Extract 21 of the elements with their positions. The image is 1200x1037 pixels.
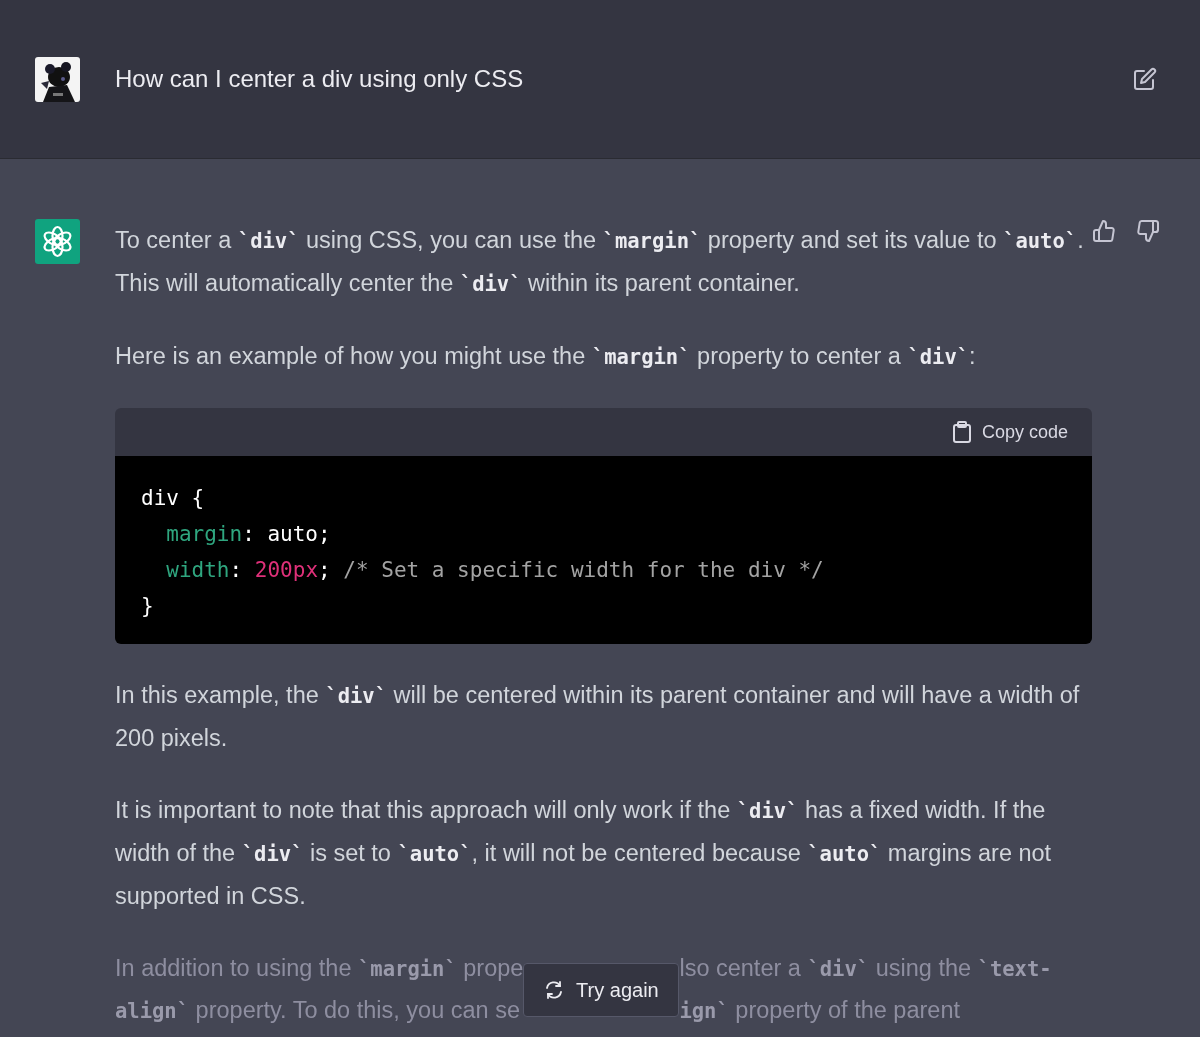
paragraph: It is important to note that this approach will only work if the `div` has a fixed width. If the width of the `div` is set to `auto`, it will not be centered because `auto` margins are not supported in CSS. (115, 796, 1053, 911)
paragraph-text: ign` property of the parent (679, 996, 961, 1025)
paragraph-text: In addition to using the `margin` prope (115, 954, 524, 983)
try-again-button[interactable]: Try again (523, 963, 680, 1017)
paragraph-text: align` property. To do this, you can se (115, 996, 521, 1025)
paragraph-text: lso center a `div` using the `text- (679, 954, 1052, 983)
code-block: div { margin: auto; width: 200px; /* Set a specific width for the div */ } (115, 456, 1092, 644)
assistant-logo-icon (35, 219, 80, 264)
copy-code-button[interactable]: Copy code (951, 421, 1068, 443)
thumbs-up-icon (1092, 219, 1116, 243)
clipboard-icon (951, 421, 972, 443)
edit-button[interactable] (1133, 67, 1157, 91)
refresh-icon (544, 981, 565, 999)
thumbs-up-button[interactable] (1092, 219, 1116, 243)
paragraph: To center a `div` using CSS, you can use the `margin` property and set its value to `auto`. This will automatically center the `div` within its parent container. (115, 226, 1085, 298)
paragraph: Here is an example of how you might use the `margin` property to center a `div`: (115, 342, 977, 371)
paragraph: In this example, the `div` will be centered within its parent container and will have a width of 200 pixels. (115, 681, 1081, 753)
edit-icon (1133, 67, 1157, 91)
thumbs-down-icon (1136, 219, 1160, 243)
prompt-text: How can I center a div using only CSS (115, 65, 525, 93)
thumbs-down-button[interactable] (1136, 219, 1160, 243)
